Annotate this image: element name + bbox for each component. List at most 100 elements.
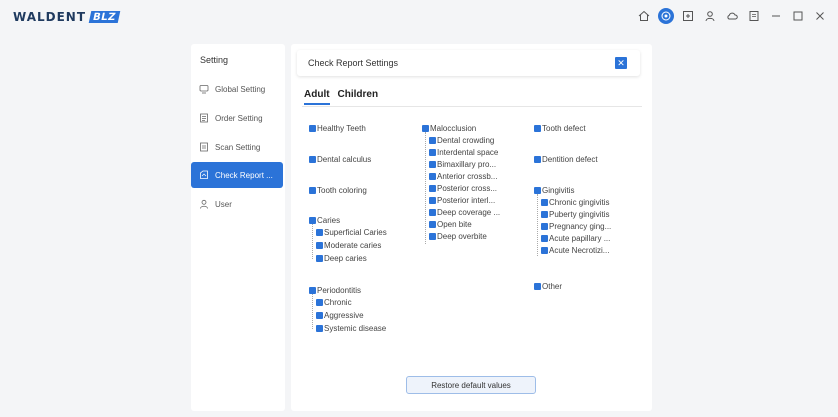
document-icon[interactable] — [746, 8, 762, 24]
sidebar-item-label: Scan Setting — [215, 142, 261, 152]
user-icon[interactable] — [702, 8, 718, 24]
checkbox-deep-coverage[interactable]: Deep coverage ... — [429, 208, 500, 217]
checkbox-label: Chronic gingivitis — [549, 198, 610, 207]
sidebar-item-label: Order Setting — [215, 113, 263, 123]
file-icon — [199, 142, 209, 152]
checkbox-dental-crowding[interactable]: Dental crowding — [429, 136, 494, 145]
checkbox-posterior-interlock[interactable]: Posterior interl... — [429, 196, 495, 205]
sidebar-item-check-report[interactable]: Check Report ... — [191, 162, 283, 188]
checkbox-checked-icon — [429, 233, 436, 240]
brand-name: WALDENT — [13, 10, 87, 24]
list-icon — [199, 113, 209, 123]
checkbox-checked-icon — [534, 283, 541, 290]
monitor-icon — [199, 84, 209, 94]
checkbox-label: Other — [542, 282, 563, 291]
checkbox-caries[interactable]: Caries — [309, 216, 340, 225]
checkbox-checked-icon — [316, 242, 323, 249]
checkbox-label: Dentition defect — [542, 155, 598, 164]
cloud-icon[interactable] — [724, 8, 740, 24]
brand-badge: BLZ — [88, 11, 121, 23]
target-icon[interactable] — [658, 8, 674, 24]
checkbox-label: Periodontitis — [317, 286, 362, 295]
checkbox-label: Bimaxillary pro... — [437, 160, 497, 169]
sidebar-item-scan-setting[interactable]: Scan Setting — [191, 134, 285, 160]
checkbox-chronic[interactable]: Chronic — [316, 298, 352, 307]
checkbox-label: Tooth defect — [542, 124, 586, 133]
checkbox-checked-icon — [316, 325, 323, 332]
checkbox-checked-icon — [429, 137, 436, 144]
checkbox-checked-icon — [534, 125, 541, 132]
checkbox-label: Aggressive — [324, 311, 364, 320]
checkbox-label: Dental crowding — [437, 136, 495, 145]
minimize-icon[interactable] — [768, 8, 784, 24]
checkbox-other[interactable]: Other — [534, 282, 562, 291]
checkbox-dentition-defect[interactable]: Dentition defect — [534, 155, 598, 164]
checkbox-checked-icon — [316, 255, 323, 262]
checkbox-gingivitis[interactable]: Gingivitis — [534, 186, 574, 195]
checkbox-checked-icon — [309, 217, 316, 224]
tab-bar: Adult Children — [304, 89, 378, 105]
checkbox-healthy-teeth[interactable]: Healthy Teeth — [309, 124, 366, 133]
checkbox-label: Dental calculus — [317, 155, 372, 164]
checkbox-acute-papillary[interactable]: Acute papillary ... — [541, 234, 610, 243]
user-icon — [199, 199, 209, 209]
checkbox-label: Caries — [317, 216, 341, 225]
checkbox-pregnancy-gingivitis[interactable]: Pregnancy ging... — [541, 222, 611, 231]
checkbox-label: Puberty gingivitis — [549, 210, 610, 219]
tab-adult[interactable]: Adult — [304, 89, 330, 105]
checkbox-label: Posterior cross... — [437, 184, 498, 193]
checkbox-checked-icon — [534, 156, 541, 163]
tab-children[interactable]: Children — [338, 89, 379, 105]
checkbox-checked-icon — [429, 173, 436, 180]
checkbox-deep-overbite[interactable]: Deep overbite — [429, 232, 487, 241]
checkbox-dental-calculus[interactable]: Dental calculus — [309, 155, 371, 164]
checkbox-anterior-crossbite[interactable]: Anterior crossb... — [429, 172, 497, 181]
tree-line — [312, 224, 313, 259]
checkbox-bimaxillary[interactable]: Bimaxillary pro... — [429, 160, 496, 169]
sidebar-item-global-setting[interactable]: Global Setting — [191, 76, 285, 102]
checkbox-checked-icon — [429, 185, 436, 192]
checkbox-interdental-space[interactable]: Interdental space — [429, 148, 498, 157]
checkbox-label: Deep overbite — [437, 232, 487, 241]
checkbox-tooth-coloring[interactable]: Tooth coloring — [309, 186, 367, 195]
checkbox-label: Healthy Teeth — [317, 124, 366, 133]
home-icon[interactable] — [636, 8, 652, 24]
restore-defaults-button[interactable]: Restore default values — [406, 376, 536, 394]
sidebar-item-user[interactable]: User — [191, 191, 285, 217]
checkbox-checked-icon — [541, 247, 548, 254]
screen-icon[interactable] — [680, 8, 696, 24]
checkbox-moderate-caries[interactable]: Moderate caries — [316, 241, 381, 250]
checkbox-checked-icon — [309, 156, 316, 163]
tree-line — [425, 132, 426, 244]
sidebar-item-order-setting[interactable]: Order Setting — [191, 105, 285, 131]
checkbox-checked-icon — [429, 161, 436, 168]
checkbox-systemic-disease[interactable]: Systemic disease — [316, 324, 386, 333]
checkbox-tooth-defect[interactable]: Tooth defect — [534, 124, 586, 133]
checkbox-label: Systemic disease — [324, 324, 387, 333]
sidebar-item-label: User — [215, 199, 232, 209]
checkbox-superficial-caries[interactable]: Superficial Caries — [316, 228, 387, 237]
checkbox-checked-icon — [534, 187, 541, 194]
checkbox-malocclusion[interactable]: Malocclusion — [422, 124, 476, 133]
tab-divider — [302, 106, 642, 107]
checkbox-periodontitis[interactable]: Periodontitis — [309, 286, 361, 295]
checkbox-checked-icon — [309, 187, 316, 194]
checkbox-chronic-gingivitis[interactable]: Chronic gingivitis — [541, 198, 609, 207]
checkbox-puberty-gingivitis[interactable]: Puberty gingivitis — [541, 210, 609, 219]
checkbox-checked-icon — [429, 149, 436, 156]
report-icon — [199, 170, 209, 180]
checkbox-label: Moderate caries — [324, 241, 382, 250]
checkbox-label: Interdental space — [437, 148, 499, 157]
checkbox-label: Pregnancy ging... — [549, 222, 612, 231]
maximize-icon[interactable] — [790, 8, 806, 24]
checkbox-deep-caries[interactable]: Deep caries — [316, 254, 367, 263]
checkbox-checked-icon — [429, 209, 436, 216]
close-icon[interactable] — [812, 8, 828, 24]
checkbox-posterior-crossbite[interactable]: Posterior cross... — [429, 184, 497, 193]
checkbox-label: Deep caries — [324, 254, 367, 263]
checkbox-open-bite[interactable]: Open bite — [429, 220, 472, 229]
checkbox-aggressive[interactable]: Aggressive — [316, 311, 364, 320]
close-icon[interactable]: ✕ — [615, 57, 627, 69]
checkbox-label: Malocclusion — [430, 124, 477, 133]
checkbox-acute-necrotizing[interactable]: Acute Necrotizi... — [541, 246, 609, 255]
